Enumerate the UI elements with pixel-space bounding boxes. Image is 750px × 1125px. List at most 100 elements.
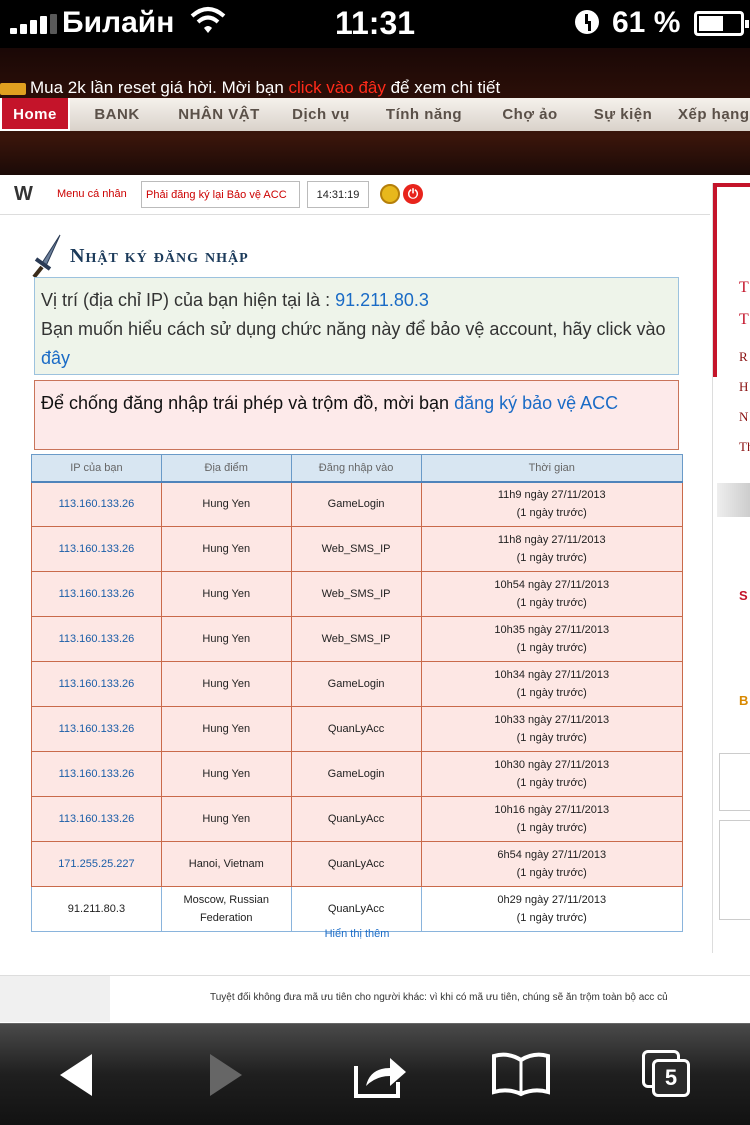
col-target: Đăng nhập vào (290, 454, 422, 483)
footer-warning-text: Tuyệt đối không đưa mã ưu tiên cho người… (210, 992, 668, 1003)
register-protection-link[interactable]: đăng ký bảo vệ ACC (454, 393, 618, 413)
medal-icon[interactable] (380, 184, 400, 204)
row-time: 10h16 ngày 27/11/2013 (1 ngày trước) (420, 796, 683, 842)
row-target: Web_SMS_IP (290, 571, 422, 617)
right-item-1[interactable]: T (739, 279, 749, 297)
table-row: 113.160.133.26 Hung Yen QuanLyAcc 10h33 ngà… (31, 706, 683, 752)
show-more-link[interactable]: Hiển thị thêm (31, 928, 683, 940)
logout-power-icon[interactable]: ⏻ (403, 184, 423, 204)
row-time-value: 10h16 ngày 27/11/2013 (494, 804, 610, 816)
row-location: Hung Yen (160, 481, 292, 527)
row-time-ago: (1 ngày trước) (516, 867, 587, 879)
protection-warning-box: Để chống đăng nhập trái phép và trộm đồ,… (34, 380, 679, 450)
table-row: 113.160.133.26 Hung Yen GameLogin 10h30 ngà… (31, 751, 683, 797)
row-time-ago: (1 ngày trước) (516, 507, 587, 520)
share-icon[interactable] (352, 1052, 410, 1098)
row-time-ago: (1 ngày trước) (516, 687, 587, 699)
table-row: 91.211.80.3 Moscow, Russian Federation Qua… (31, 886, 683, 932)
row-time-value: 11h9 ngày 27/11/2013 (497, 489, 606, 502)
row-time: 6h54 ngày 27/11/2013 (1 ngày trước) (420, 841, 683, 887)
row-time-value: 10h35 ngày 27/11/2013 (494, 624, 610, 636)
table-row: 113.160.133.26 Hung Yen Web_SMS_IP 11h8 ngà… (31, 526, 683, 572)
row-time: 10h54 ngày 27/11/2013 (1 ngày trước) (420, 571, 683, 617)
row-time-value: 0h29 ngày 27/11/2013 (497, 894, 607, 906)
right-item-2[interactable]: T (739, 311, 749, 329)
row-ip: 113.160.133.26 (31, 796, 162, 842)
re-register-protection-link[interactable]: Phải đăng ký lại Bảo vệ ACC (141, 181, 300, 208)
row-time-value: 10h54 ngày 27/11/2013 (494, 579, 610, 591)
nav-nhan-vat[interactable]: NHÂN VẬT (164, 98, 274, 131)
right-item-6[interactable]: Th (739, 439, 750, 455)
row-location: Hung Yen (160, 796, 292, 842)
back-icon[interactable] (56, 1052, 96, 1098)
footer-left-block (0, 976, 110, 1022)
right-sidebar: T T R H N Th S B (712, 183, 750, 953)
page-content: W Menu cá nhân Phải đăng ký lại Bảo vệ A… (0, 175, 750, 1023)
row-time-ago: (1 ngày trước) (516, 912, 587, 924)
right-item-3[interactable]: R (739, 349, 748, 365)
user-topbar: W Menu cá nhân Phải đăng ký lại Bảo vệ A… (0, 175, 710, 215)
row-time-ago: (1 ngày trước) (516, 822, 587, 834)
right-box-2 (719, 820, 750, 920)
row-location: Hung Yen (160, 661, 292, 707)
table-row: 171.255.25.227 Hanoi, Vietnam QuanLyAcc 6h5… (31, 841, 683, 887)
row-location: Hung Yen (160, 706, 292, 752)
row-time-value: 10h30 ngày 27/11/2013 (494, 759, 610, 771)
site-header: Mua 2k lần reset giá hời. Mời bạn click … (0, 48, 750, 175)
hot-badge-icon (0, 82, 26, 95)
warning-text: Để chống đăng nhập trái phép và trộm đồ,… (41, 393, 455, 413)
row-ip: 113.160.133.26 (31, 661, 162, 707)
nav-su-kien[interactable]: Sự kiện (580, 98, 666, 131)
table-row: 113.160.133.26 Hung Yen GameLogin 11h9 ngày… (31, 481, 683, 527)
nav-cho-ao[interactable]: Chợ ảo (480, 98, 580, 131)
row-time-ago: (1 ngày trước) (516, 777, 587, 789)
rotation-lock-icon (575, 10, 599, 34)
row-time-ago: (1 ngày trước) (516, 732, 587, 744)
row-time-ago: (1 ngày trước) (516, 552, 587, 564)
right-promo-s[interactable]: S (739, 588, 748, 603)
col-ip: IP của bạn (31, 454, 162, 483)
row-target: QuanLyAcc (290, 706, 422, 752)
current-ip: 91.211.80.3 (335, 290, 429, 310)
right-promo-b[interactable]: B (739, 693, 748, 708)
row-ip: 91.211.80.3 (31, 886, 162, 932)
forward-icon[interactable] (206, 1052, 246, 1098)
right-box (719, 753, 750, 811)
row-target: QuanLyAcc (290, 886, 422, 932)
tabs-button[interactable]: 5 (642, 1050, 692, 1098)
bookmarks-icon[interactable] (490, 1052, 552, 1098)
site-logo[interactable]: W (14, 183, 33, 206)
row-ip: 113.160.133.26 (31, 481, 162, 527)
server-time: 14:31:19 (307, 181, 369, 208)
nav-dich-vu[interactable]: Dịch vụ (274, 98, 368, 131)
right-item-4[interactable]: H (739, 379, 748, 395)
row-target: GameLogin (290, 751, 422, 797)
help-text: Bạn muốn hiểu cách sử dụng chức năng này… (41, 319, 666, 339)
row-location: Hung Yen (160, 571, 292, 617)
footer-note: Tuyệt đối không đưa mã ưu tiên cho người… (0, 975, 750, 1023)
row-ip: 113.160.133.26 (31, 616, 162, 662)
table-body: 113.160.133.26 Hung Yen GameLogin 11h9 ngày… (31, 481, 683, 932)
row-time: 11h9 ngày 27/11/2013 (1 ngày trước) (420, 481, 683, 527)
nav-xep-hang[interactable]: Xếp hạng (666, 98, 750, 131)
row-target: QuanLyAcc (290, 841, 422, 887)
row-time: 0h29 ngày 27/11/2013 (1 ngày trước) (420, 886, 683, 932)
nav-bank[interactable]: BANK (70, 98, 164, 131)
row-ip: 113.160.133.26 (31, 751, 162, 797)
battery-icon (694, 11, 749, 36)
marquee-link[interactable]: click vào đây (289, 78, 386, 97)
section-title: Nhật ký đăng nhập (70, 244, 249, 267)
table-row: 113.160.133.26 Hung Yen QuanLyAcc 10h16 ngà… (31, 796, 683, 842)
row-time-ago: (1 ngày trước) (516, 642, 587, 654)
row-target: GameLogin (290, 661, 422, 707)
row-location: Hung Yen (160, 751, 292, 797)
tabs-count: 5 (652, 1059, 690, 1097)
nav-home[interactable]: Home (0, 98, 70, 131)
row-location: Hung Yen (160, 526, 292, 572)
marquee-text: Mua 2k lần reset giá hời. Mời bạn (30, 78, 289, 97)
personal-menu-link[interactable]: Menu cá nhân (57, 188, 127, 200)
right-item-5[interactable]: N (739, 409, 748, 425)
help-link[interactable]: đây (41, 348, 70, 368)
row-time-value: 11h8 ngày 27/11/2013 (497, 534, 606, 546)
nav-tinh-nang[interactable]: Tính năng (368, 98, 480, 131)
